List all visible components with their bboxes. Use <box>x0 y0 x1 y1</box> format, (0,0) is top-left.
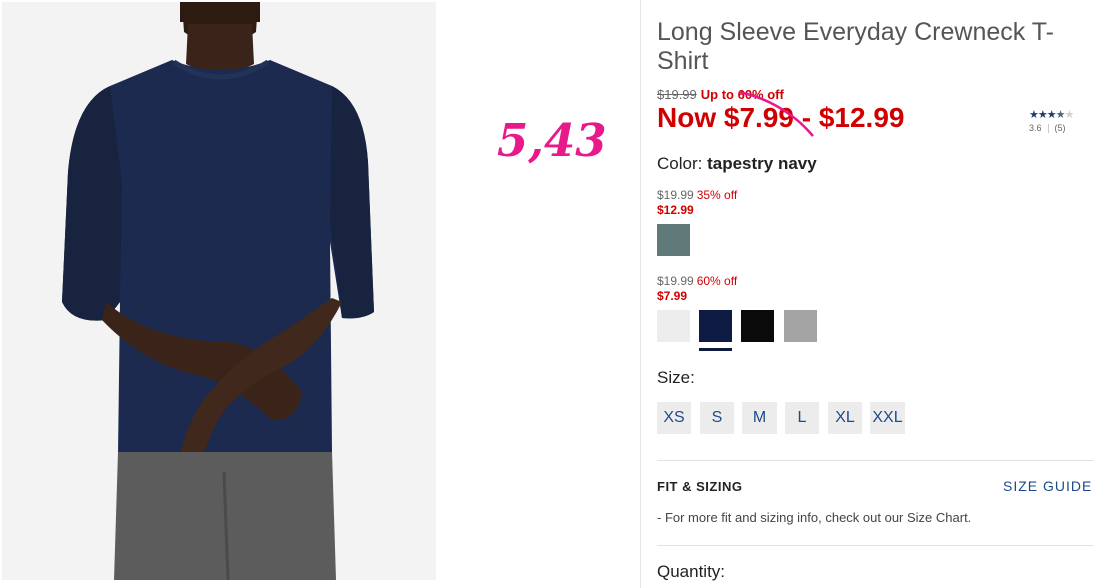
now-price: Now $7.99 - $12.99 <box>657 102 905 133</box>
group-discount: 60% off <box>696 274 738 288</box>
product-image <box>2 2 436 580</box>
selected-color: Color: tapestry navy <box>657 154 817 174</box>
fit-sizing-heading: FIT & SIZING <box>657 479 743 494</box>
size-label: Size: <box>657 368 695 387</box>
discount-label: Up to 60% off <box>700 87 784 102</box>
size-option-xl[interactable]: XL <box>828 402 862 434</box>
original-price: $19.99 <box>657 87 697 102</box>
product-rating[interactable]: ★★★★★ 3.6 (5) <box>1029 108 1089 134</box>
price-summary: $19.99 Up to 60% off <box>657 87 784 102</box>
rating-value: 3.6 <box>1029 123 1042 133</box>
group-sale-price: $12.99 <box>657 203 694 217</box>
color-swatch-white[interactable] <box>657 310 690 342</box>
size-option-xs[interactable]: XS <box>657 402 691 434</box>
section-divider <box>657 545 1094 546</box>
group-discount: 35% off <box>696 188 738 202</box>
selected-swatch-indicator <box>699 348 732 351</box>
color-value: tapestry navy <box>707 154 817 173</box>
product-title: Long Sleeve Everyday Crewneck T-Shirt <box>657 18 1054 75</box>
handwritten-price-annotation: 5,43 <box>497 114 607 167</box>
product-info-panel: Long Sleeve Everyday Crewneck T-Shirt $1… <box>657 0 1097 588</box>
group-original-price: $19.99 <box>657 274 694 288</box>
group-original-price: $19.99 <box>657 188 694 202</box>
size-option-l[interactable]: L <box>785 402 819 434</box>
group-sale-price: $7.99 <box>657 289 688 303</box>
color-swatch-black[interactable] <box>741 310 774 342</box>
section-divider <box>657 460 1094 461</box>
swatch-group-price: $19.99 60% off $7.99 <box>657 274 737 304</box>
quantity-label: Quantity: <box>657 562 726 581</box>
swatch-group-price: $19.99 35% off $12.99 <box>657 188 737 218</box>
panel-divider <box>640 0 641 588</box>
color-swatch-sage[interactable] <box>657 224 690 256</box>
color-swatch-tapestry-navy[interactable] <box>699 310 732 342</box>
size-option-m[interactable]: M <box>742 402 777 434</box>
review-count[interactable]: (5) <box>1055 123 1066 133</box>
fit-note: - For more fit and sizing info, check ou… <box>657 510 972 525</box>
color-label: Color: <box>657 154 703 173</box>
size-guide-link[interactable]: SIZE GUIDE <box>1003 478 1092 494</box>
star-rating-icon: ★★★★★ <box>1029 109 1074 121</box>
color-swatch-grey[interactable] <box>784 310 817 342</box>
model-photo-illustration <box>2 2 436 580</box>
size-option-s[interactable]: S <box>700 402 734 434</box>
size-option-xxl[interactable]: XXL <box>870 402 905 434</box>
